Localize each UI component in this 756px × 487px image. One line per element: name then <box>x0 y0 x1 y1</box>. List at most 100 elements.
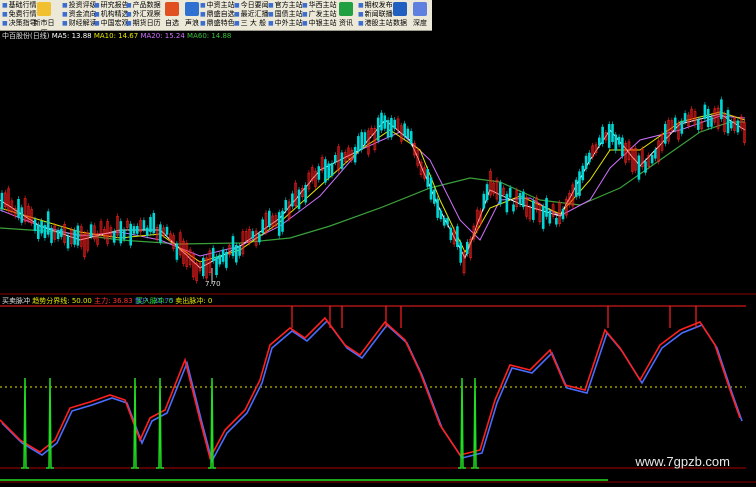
candle-body <box>555 217 558 225</box>
candle-body <box>531 200 535 220</box>
candle-body <box>683 113 687 122</box>
candle-body <box>584 155 588 169</box>
retail-line <box>1 319 743 464</box>
candle-body <box>324 159 327 183</box>
candle-body <box>119 221 123 244</box>
candle-body <box>403 123 406 137</box>
candle-body <box>122 229 126 240</box>
candle-body <box>277 212 281 236</box>
candle-body <box>76 225 80 246</box>
candle-body <box>304 184 307 203</box>
ma60-line <box>0 121 745 245</box>
candle-body <box>597 137 601 146</box>
candle-body <box>574 179 578 198</box>
candle-body <box>380 112 383 131</box>
candle-body <box>281 210 284 232</box>
candle-body <box>729 121 733 129</box>
candle-body <box>327 163 331 179</box>
candle-body <box>202 257 205 277</box>
candle-body <box>291 193 294 207</box>
candle-body <box>449 227 453 241</box>
candle-body <box>66 235 70 249</box>
watermark: www.7gpzb.com <box>635 454 730 469</box>
candle-body <box>221 249 225 262</box>
candle-body <box>432 189 436 204</box>
candle-body <box>548 210 552 224</box>
candle-body <box>442 217 446 226</box>
candle-body <box>607 124 611 148</box>
candle-body <box>56 229 60 239</box>
low-price-label: 7.70 <box>205 280 221 288</box>
candle-body <box>149 216 152 233</box>
candle-body <box>211 247 215 262</box>
candle-body <box>720 99 723 120</box>
candle-body <box>267 210 271 228</box>
candle-body <box>132 226 136 234</box>
buy-pulse-spike <box>46 377 54 469</box>
candle-body <box>393 119 397 129</box>
candle-body <box>512 204 515 212</box>
candle-body <box>581 165 585 181</box>
candle-body <box>426 169 430 187</box>
candle-body <box>383 115 387 129</box>
candle-body <box>50 227 53 243</box>
candle-body <box>696 119 700 130</box>
candle-body <box>611 124 614 143</box>
candle-body <box>456 226 459 248</box>
buy-pulse-spike <box>131 377 139 469</box>
candle-body <box>637 155 641 180</box>
candle-body <box>485 184 489 201</box>
candle-body <box>406 128 410 138</box>
candle-body <box>673 117 677 130</box>
candle-body <box>498 182 502 205</box>
candle-body <box>284 200 288 211</box>
candle-body <box>317 166 321 180</box>
candle-body <box>650 154 654 164</box>
candle-body <box>357 136 360 152</box>
candle-body <box>60 228 63 237</box>
candle-body <box>353 146 357 163</box>
candle-body <box>710 117 713 127</box>
chart-canvas <box>0 96 756 483</box>
buy-pulse-spike <box>21 377 29 469</box>
candle-body <box>518 193 522 205</box>
candle-body <box>218 254 222 265</box>
candle-body <box>436 198 439 218</box>
candle-body <box>17 198 20 218</box>
candle-body <box>541 206 545 229</box>
candle-body <box>726 109 730 134</box>
candle-body <box>409 131 413 144</box>
candle-body <box>175 243 179 260</box>
candle-body <box>20 207 24 223</box>
candle-body <box>621 137 624 156</box>
candle-body <box>238 245 241 256</box>
candle-body <box>390 117 393 138</box>
candle-body <box>360 132 364 150</box>
candle-body <box>340 152 344 169</box>
candle-body <box>36 224 40 240</box>
candle-body <box>522 191 525 208</box>
candle-body <box>145 227 149 236</box>
candle-body <box>508 187 512 198</box>
candle-body <box>617 136 621 145</box>
candle-body <box>215 256 218 276</box>
candle-body <box>129 223 132 246</box>
candle-body <box>654 149 657 159</box>
candle-body <box>601 126 604 145</box>
candle-body <box>73 230 76 245</box>
candle-body <box>235 245 238 263</box>
candle-body <box>251 231 255 239</box>
candle-body <box>261 219 265 234</box>
candle-body <box>376 117 380 141</box>
candle-body <box>446 218 449 225</box>
candle-body <box>578 171 581 196</box>
candle-body <box>112 231 116 243</box>
candle-body <box>142 220 146 230</box>
candle-body <box>644 161 647 173</box>
candle-body <box>40 220 43 234</box>
candle-body <box>482 193 486 209</box>
candle-body <box>439 210 443 220</box>
candle-body <box>89 224 93 237</box>
candle-body <box>706 108 710 128</box>
candle-body <box>46 211 50 235</box>
